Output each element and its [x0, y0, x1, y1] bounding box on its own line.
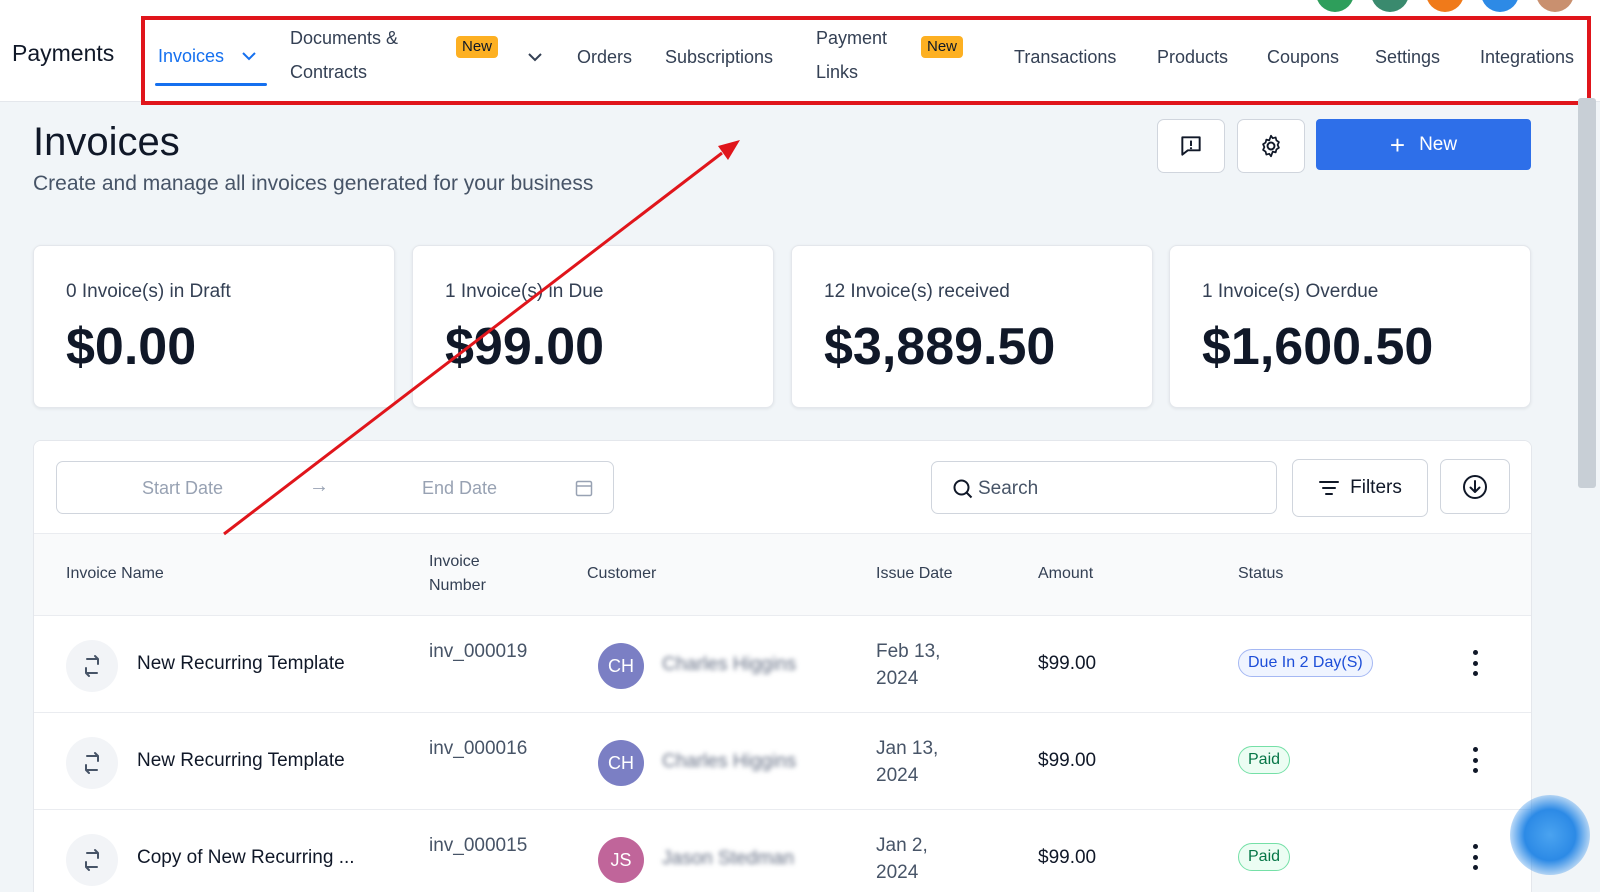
col-header-issue-date: Issue Date	[876, 565, 953, 582]
recurring-icon	[66, 834, 118, 886]
more-vertical-icon[interactable]	[1471, 844, 1479, 870]
date-range-picker[interactable]: Start Date → End Date	[56, 461, 614, 514]
col-header-customer: Customer	[587, 565, 657, 582]
table-row[interactable]: New Recurring Template inv_000016 CH Cha…	[34, 713, 1531, 810]
stat-label: 0 Invoice(s) in Draft	[66, 281, 231, 302]
avatar: CH	[598, 643, 644, 689]
col-header-status: Status	[1238, 565, 1284, 582]
page-title: Invoices	[33, 120, 180, 164]
app-title: Payments	[12, 40, 115, 66]
table-header: Invoice Name Invoice Number Customer Iss…	[34, 534, 1531, 616]
customer-name: Jason Stedman	[662, 848, 795, 869]
stat-value: $99.00	[445, 318, 605, 376]
issue-date: Jan 2, 2024	[876, 835, 928, 883]
feedback-button[interactable]	[1157, 119, 1225, 173]
more-vertical-icon[interactable]	[1471, 650, 1479, 676]
customer-name: Charles Higgins	[662, 751, 797, 772]
table-row[interactable]: Copy of New Recurring ... inv_000015 JS …	[34, 810, 1531, 892]
avatar: JS	[598, 837, 644, 883]
status-badge: Due In 2 Day(S)	[1238, 649, 1373, 677]
stat-card-due: 1 Invoice(s) in Due $99.00	[412, 245, 774, 408]
stat-value: $0.00	[66, 318, 197, 376]
avatar[interactable]	[1316, 0, 1354, 12]
col-header-line: Invoice	[429, 553, 480, 570]
arrow-right-icon: →	[309, 475, 329, 497]
stat-value: $1,600.50	[1202, 318, 1434, 376]
new-invoice-button[interactable]: + New	[1316, 119, 1531, 170]
end-date-input[interactable]: End Date	[422, 478, 497, 499]
recurring-icon	[66, 640, 118, 692]
issue-date: Jan 13, 2024	[876, 738, 939, 786]
invoices-table-panel: Start Date → End Date Search Filters Inv…	[33, 440, 1532, 892]
avatar[interactable]	[1371, 0, 1409, 12]
issue-date: Feb 13, 2024	[876, 641, 941, 689]
avatar: CH	[598, 740, 644, 786]
search-icon	[953, 479, 973, 499]
more-vertical-icon[interactable]	[1471, 747, 1479, 773]
status-badge: Paid	[1238, 843, 1291, 871]
calendar-icon	[575, 480, 593, 497]
avatar[interactable]	[1481, 0, 1519, 12]
col-header-invoice-name: Invoice Name	[66, 565, 164, 582]
col-header-amount: Amount	[1038, 565, 1094, 582]
table-row[interactable]: New Recurring Template inv_000019 CH Cha…	[34, 616, 1531, 713]
avatar[interactable]	[1426, 0, 1464, 12]
search-input[interactable]: Search	[931, 461, 1277, 514]
recurring-icon	[66, 737, 118, 789]
filters-label: Filters	[1350, 477, 1402, 498]
invoice-number: inv_000016	[429, 738, 528, 759]
plus-icon: +	[1389, 129, 1406, 160]
invoice-name[interactable]: New Recurring Template	[137, 750, 345, 772]
invoice-amount: $99.00	[1038, 653, 1097, 674]
annotation-highlight-box	[141, 16, 1591, 105]
customer-name: Charles Higgins	[662, 654, 797, 675]
invoice-name[interactable]: New Recurring Template	[137, 653, 345, 675]
search-placeholder: Search	[978, 478, 1039, 499]
stat-card-draft: 0 Invoice(s) in Draft $0.00	[33, 245, 395, 408]
invoice-number: inv_000015	[429, 835, 528, 856]
stat-label: 1 Invoice(s) in Due	[445, 281, 604, 302]
settings-button[interactable]	[1237, 119, 1305, 173]
status-badge: Paid	[1238, 746, 1291, 774]
stat-value: $3,889.50	[824, 318, 1056, 376]
col-header-invoice-number: Invoice Number	[429, 550, 486, 598]
invoice-name[interactable]: Copy of New Recurring ...	[137, 847, 355, 869]
invoice-number: inv_000019	[429, 641, 528, 662]
stat-card-overdue: 1 Invoice(s) Overdue $1,600.50	[1169, 245, 1531, 408]
stat-label: 1 Invoice(s) Overdue	[1202, 281, 1379, 302]
filter-bar: Start Date → End Date Search Filters	[34, 441, 1531, 534]
gear-icon	[1262, 134, 1280, 158]
col-header-line: Number	[429, 577, 486, 594]
page-subtitle: Create and manage all invoices generated…	[33, 172, 594, 195]
start-date-input[interactable]: Start Date	[142, 478, 223, 499]
filter-icon	[1319, 481, 1340, 495]
stat-label: 12 Invoice(s) received	[824, 281, 1010, 302]
download-button[interactable]	[1440, 459, 1510, 514]
download-icon	[1463, 474, 1487, 499]
avatar[interactable]	[1536, 0, 1574, 12]
invoice-amount: $99.00	[1038, 750, 1097, 771]
feedback-icon	[1181, 136, 1201, 156]
new-button-label: New	[1419, 133, 1458, 155]
filters-button[interactable]: Filters	[1292, 459, 1428, 517]
invoice-amount: $99.00	[1038, 847, 1097, 868]
stat-card-received: 12 Invoice(s) received $3,889.50	[791, 245, 1153, 408]
chat-bubble-icon[interactable]	[1510, 795, 1590, 875]
page-scrollbar[interactable]	[1578, 98, 1596, 488]
